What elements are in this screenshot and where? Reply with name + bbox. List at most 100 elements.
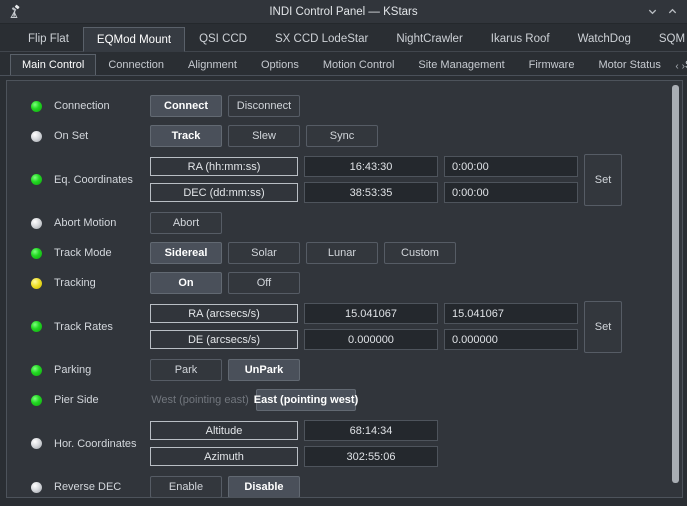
- tab-site-management[interactable]: Site Management: [406, 53, 516, 75]
- tab-scroll-controls: ‹ ›: [672, 61, 685, 72]
- property-label-eq-coordinates: Eq. Coordinates: [54, 174, 138, 186]
- status-led-track-mode: [31, 248, 42, 259]
- property-label-connection: Connection: [54, 100, 138, 112]
- status-led-on-set: [31, 131, 42, 142]
- pier-side-west-button: West (pointing east): [150, 389, 250, 411]
- on-set-slew-button[interactable]: Slew: [228, 125, 300, 147]
- status-led-eq-coordinates: [31, 174, 42, 185]
- device-tab-ikarus-roof[interactable]: Ikarus Roof: [477, 26, 564, 51]
- device-tabbar: Flip Flat EQMod Mount QSI CCD SX CCD Lod…: [0, 24, 687, 52]
- property-label-abort-motion: Abort Motion: [54, 217, 138, 229]
- field-label-azimuth: Azimuth: [150, 447, 298, 466]
- tab-alignment[interactable]: Alignment: [176, 53, 249, 75]
- tab-scroll-left-icon[interactable]: ‹: [675, 61, 678, 72]
- tab-motion-control[interactable]: Motion Control: [311, 53, 407, 75]
- tracking-off-button[interactable]: Off: [228, 272, 300, 294]
- window-controls: [643, 3, 687, 21]
- on-set-sync-button[interactable]: Sync: [306, 125, 378, 147]
- track-rates-set-button[interactable]: Set: [584, 301, 622, 353]
- main-control-panel: Connection Connect Disconnect On Set Tra…: [6, 80, 683, 498]
- abort-button[interactable]: Abort: [150, 212, 222, 234]
- tab-connection[interactable]: Connection: [96, 53, 176, 75]
- scrollbar-thumb[interactable]: [672, 85, 679, 483]
- field-value-azimuth: 302:55:06: [304, 446, 438, 467]
- field-label-altitude: Altitude: [150, 421, 298, 440]
- field-label-dec-dms: DEC (dd:mm:ss): [150, 183, 298, 202]
- device-tab-eqmod-mount[interactable]: EQMod Mount: [83, 27, 185, 52]
- status-led-connection: [31, 101, 42, 112]
- property-row-hor-coordinates: Hor. Coordinates Altitude 68:14:34 Azimu…: [7, 415, 682, 472]
- property-label-parking: Parking: [54, 364, 138, 376]
- maximize-chevron-up-button[interactable]: [663, 3, 681, 21]
- property-row-connection: Connection Connect Disconnect: [7, 91, 682, 121]
- field-label-ra-rate: RA (arcsecs/s): [150, 304, 298, 323]
- pier-side-east-button[interactable]: East (pointing west): [256, 389, 356, 411]
- field-value-ra-hms: 16:43:30: [304, 156, 438, 177]
- field-value-de-rate: 0.000000: [304, 329, 438, 350]
- status-led-track-rates: [31, 321, 42, 332]
- track-mode-sidereal-button[interactable]: Sidereal: [150, 242, 222, 264]
- property-label-tracking: Tracking: [54, 277, 138, 289]
- tab-firmware[interactable]: Firmware: [517, 53, 587, 75]
- field-value-ra-rate: 15.041067: [304, 303, 438, 324]
- status-led-reverse-dec: [31, 482, 42, 493]
- unpark-button[interactable]: UnPark: [228, 359, 300, 381]
- tab-motor-status[interactable]: Motor Status: [586, 53, 672, 75]
- property-row-pier-side: Pier Side West (pointing east) East (poi…: [7, 385, 682, 415]
- field-label-de-rate: DE (arcsecs/s): [150, 330, 298, 349]
- property-row-track-rates: Track Rates RA (arcsecs/s) 15.041067 15.…: [7, 298, 682, 355]
- tab-options[interactable]: Options: [249, 53, 311, 75]
- field-value-altitude: 68:14:34: [304, 420, 438, 441]
- field-target-ra-hms[interactable]: 0:00:00: [444, 156, 578, 177]
- field-label-ra-hms: RA (hh:mm:ss): [150, 157, 298, 176]
- property-label-pier-side: Pier Side: [54, 394, 138, 406]
- property-row-reverse-dec: Reverse DEC Enable Disable: [7, 472, 682, 498]
- property-row-abort-motion: Abort Motion Abort: [7, 208, 682, 238]
- property-row-on-set: On Set Track Slew Sync: [7, 121, 682, 151]
- field-value-dec-dms: 38:53:35: [304, 182, 438, 203]
- field-target-ra-rate[interactable]: 15.041067: [444, 303, 578, 324]
- track-mode-lunar-button[interactable]: Lunar: [306, 242, 378, 264]
- property-label-hor-coordinates: Hor. Coordinates: [54, 438, 138, 450]
- track-mode-solar-button[interactable]: Solar: [228, 242, 300, 264]
- window-title: INDI Control Panel — KStars: [0, 6, 687, 18]
- tab-main-control[interactable]: Main Control: [10, 54, 96, 76]
- device-tab-sx-ccd-lodestar[interactable]: SX CCD LodeStar: [261, 26, 382, 51]
- property-tabbar: Main Control Connection Alignment Option…: [0, 52, 687, 76]
- device-tab-qsi-ccd[interactable]: QSI CCD: [185, 26, 261, 51]
- device-tab-nightcrawler[interactable]: NightCrawler: [382, 26, 476, 51]
- device-tab-watchdog[interactable]: WatchDog: [564, 26, 645, 51]
- property-label-on-set: On Set: [54, 130, 138, 142]
- property-label-track-rates: Track Rates: [54, 321, 138, 333]
- status-led-hor-coordinates: [31, 438, 42, 449]
- tracking-on-button[interactable]: On: [150, 272, 222, 294]
- park-button[interactable]: Park: [150, 359, 222, 381]
- disconnect-button[interactable]: Disconnect: [228, 95, 300, 117]
- reverse-dec-enable-button[interactable]: Enable: [150, 476, 222, 498]
- connect-button[interactable]: Connect: [150, 95, 222, 117]
- property-row-tracking: Tracking On Off: [7, 268, 682, 298]
- panel-vertical-scrollbar[interactable]: [672, 85, 679, 479]
- track-mode-custom-button[interactable]: Custom: [384, 242, 456, 264]
- minimize-chevron-down-button[interactable]: [643, 3, 661, 21]
- status-led-parking: [31, 365, 42, 376]
- reverse-dec-disable-button[interactable]: Disable: [228, 476, 300, 498]
- status-led-tracking: [31, 278, 42, 289]
- property-row-parking: Parking Park UnPark: [7, 355, 682, 385]
- property-label-reverse-dec: Reverse DEC: [54, 481, 138, 493]
- field-target-dec-dms[interactable]: 0:00:00: [444, 182, 578, 203]
- device-tab-flip-flat[interactable]: Flip Flat: [14, 26, 83, 51]
- status-led-abort-motion: [31, 218, 42, 229]
- property-row-eq-coordinates: Eq. Coordinates RA (hh:mm:ss) 16:43:30 0…: [7, 151, 682, 208]
- property-row-track-mode: Track Mode Sidereal Solar Lunar Custom: [7, 238, 682, 268]
- on-set-track-button[interactable]: Track: [150, 125, 222, 147]
- device-tab-sqm[interactable]: SQM: [645, 26, 687, 51]
- telescope-icon: [4, 1, 26, 23]
- eq-coordinates-set-button[interactable]: Set: [584, 154, 622, 206]
- tab-scroll-right-icon[interactable]: ›: [682, 61, 685, 72]
- status-led-pier-side: [31, 395, 42, 406]
- window-titlebar: INDI Control Panel — KStars: [0, 0, 687, 24]
- main-control-panel-wrap: Connection Connect Disconnect On Set Tra…: [0, 76, 687, 504]
- field-target-de-rate[interactable]: 0.000000: [444, 329, 578, 350]
- property-label-track-mode: Track Mode: [54, 247, 138, 259]
